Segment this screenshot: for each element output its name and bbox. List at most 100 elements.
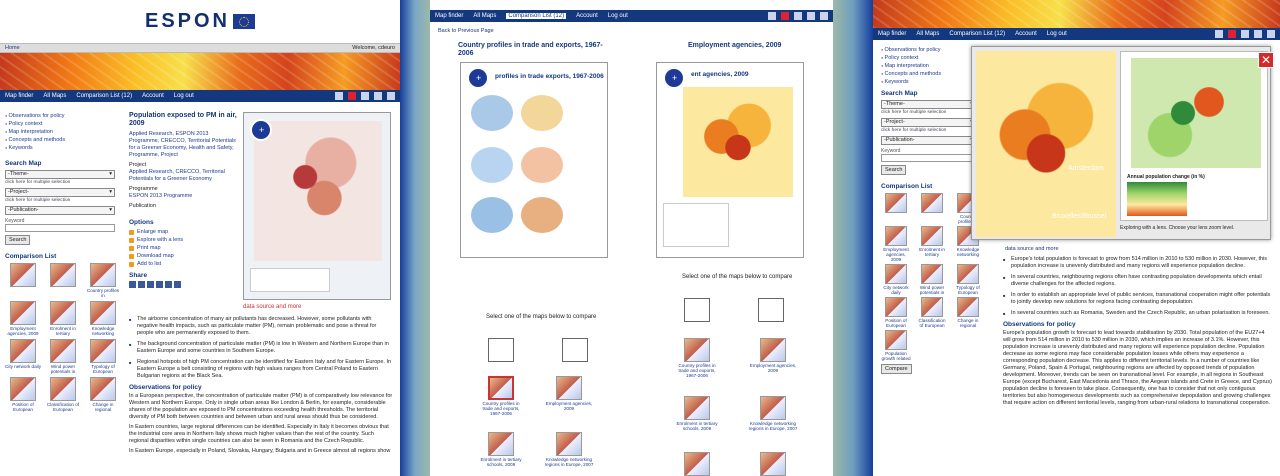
map-thumbnail[interactable]	[885, 193, 907, 213]
compare-button[interactable]: Compare	[881, 364, 912, 374]
map-thumbnail[interactable]	[957, 297, 979, 317]
link-observations[interactable]: Observations for policy	[5, 112, 115, 120]
comparison-thumb[interactable]: Enrolment in tertiary	[45, 301, 81, 336]
nav-all-maps[interactable]: All Maps	[43, 93, 66, 99]
comparison-thumb[interactable]: Wind power potentials in	[917, 264, 947, 295]
comparison-thumb[interactable]: Classification of European	[917, 297, 947, 328]
data-source-link[interactable]: data source and more	[243, 304, 301, 310]
data-source-link[interactable]: data source and more	[1005, 246, 1059, 252]
project-select[interactable]: -Project-	[5, 188, 115, 197]
compare-slot[interactable]	[562, 338, 588, 362]
compare-slot[interactable]	[488, 338, 514, 362]
keyword-input[interactable]	[881, 154, 976, 162]
nav-all-maps[interactable]: All Maps	[473, 13, 496, 19]
map-thumbnail[interactable]	[684, 338, 710, 362]
map-thumbnail[interactable]	[885, 264, 907, 284]
pdf-icon[interactable]	[1228, 30, 1236, 38]
map-thumbnail[interactable]	[921, 193, 943, 213]
nav-map-finder[interactable]: Map finder	[878, 31, 906, 37]
map-thumbnail[interactable]	[10, 339, 36, 363]
comparison-thumb[interactable]: Country profiles in	[85, 263, 121, 298]
font-size-large-icon[interactable]	[820, 12, 828, 20]
search-button[interactable]: Search	[5, 235, 31, 245]
nav-account[interactable]: Account	[576, 13, 598, 19]
theme-hint[interactable]: click here for multiple selection	[5, 180, 115, 185]
comparison-thumb[interactable]	[917, 193, 947, 224]
project-hint[interactable]: click here for multiple selection	[881, 128, 976, 133]
bookmark-icon[interactable]	[794, 12, 802, 20]
pdf-icon[interactable]	[781, 12, 789, 20]
compare-thumb[interactable]	[674, 452, 720, 476]
share-icon[interactable]	[174, 281, 181, 288]
compare-thumb[interactable]: Enrolment in tertiary schools, 2009	[674, 396, 720, 431]
compare-thumb[interactable]: Enrolment in tertiary schools, 2009	[478, 432, 524, 467]
print-icon[interactable]	[335, 92, 343, 100]
comparison-thumb[interactable]: Typology of European	[85, 339, 121, 374]
nav-comparison-list[interactable]: Comparison List (12)	[506, 13, 567, 19]
font-size-icon[interactable]	[374, 92, 382, 100]
publication-select[interactable]: -Publication-	[5, 206, 115, 215]
map-thumbnail[interactable]	[90, 263, 116, 287]
nav-account[interactable]: Account	[1015, 31, 1037, 37]
comparison-thumb[interactable]: Knowledge networking	[85, 301, 121, 336]
comparison-thumb[interactable]: Position of European	[881, 297, 911, 328]
map-navigator-icon[interactable]	[250, 119, 272, 141]
map-thumbnail[interactable]	[50, 377, 76, 401]
comparison-thumb[interactable]: Employment agencies, 2009	[881, 226, 911, 262]
comparison-thumb[interactable]	[5, 263, 41, 298]
comparison-thumb[interactable]: City network daily	[5, 339, 41, 374]
map-thumbnail[interactable]	[885, 330, 907, 350]
theme-hint[interactable]: click here for multiple selection	[881, 110, 976, 115]
font-size-icon[interactable]	[1254, 30, 1262, 38]
map-thumbnail[interactable]	[50, 339, 76, 363]
compare-thumb[interactable]: Employment agencies, 2009	[542, 376, 596, 411]
link-map-interpretation[interactable]: Map interpretation	[5, 128, 115, 136]
share-icon[interactable]	[129, 281, 136, 288]
link-keywords[interactable]: Keywords	[5, 144, 115, 152]
map-thumbnail[interactable]	[885, 297, 907, 317]
nav-log-out[interactable]: Log out	[174, 93, 194, 99]
compare-slot[interactable]	[684, 298, 710, 322]
lens-overlay[interactable]: Amsterdam Bruxelles/Brussel Annual popul…	[971, 46, 1271, 240]
project-select[interactable]: -Project-	[881, 118, 976, 127]
share-icon[interactable]	[147, 281, 154, 288]
comparison-thumb[interactable]	[881, 193, 911, 224]
close-icon[interactable]: ✕	[1258, 52, 1274, 68]
map-thumbnail[interactable]	[921, 264, 943, 284]
comparison-thumb[interactable]: Population growth related	[881, 330, 911, 361]
nav-comparison-list[interactable]: Comparison List (12)	[76, 93, 132, 99]
map-thumbnail[interactable]	[957, 264, 979, 284]
bookmark-icon[interactable]	[1241, 30, 1249, 38]
map-thumbnail[interactable]	[760, 338, 786, 362]
comparison-thumb[interactable]: Typology of European	[953, 264, 983, 295]
map-thumbnail[interactable]	[10, 263, 36, 287]
project-value[interactable]: Applied Research, CRECCO, Territorial Po…	[129, 169, 239, 183]
comparison-thumb[interactable]: Change in regional	[953, 297, 983, 328]
publication-select[interactable]: -Publication-	[881, 136, 976, 145]
link-policy-context[interactable]: Policy context	[5, 120, 115, 128]
map-thumbnail[interactable]	[684, 396, 710, 420]
map-thumbnail[interactable]	[90, 301, 116, 325]
compare-slot[interactable]	[758, 298, 784, 322]
comparison-thumb[interactable]: Classification of European	[45, 377, 81, 412]
comparison-thumb[interactable]	[45, 263, 81, 298]
map-thumbnail[interactable]	[10, 301, 36, 325]
nav-account[interactable]: Account	[142, 93, 164, 99]
right-compare-map[interactable]: ent agencies, 2009	[656, 62, 804, 258]
map-thumbnail[interactable]	[684, 452, 710, 476]
pdf-icon[interactable]	[348, 92, 356, 100]
comparison-thumb[interactable]: Wind power potentials in	[45, 339, 81, 374]
link-concepts[interactable]: Concepts and methods	[5, 136, 115, 144]
map-thumbnail[interactable]	[488, 376, 514, 400]
compare-thumb[interactable]: Knowledge networking regions in Europe, …	[542, 432, 596, 467]
link-map-interpretation[interactable]: Map interpretation	[881, 62, 976, 70]
compare-thumb[interactable]	[746, 452, 800, 476]
comparison-thumb[interactable]: City network daily	[881, 264, 911, 295]
font-size-large-icon[interactable]	[1267, 30, 1275, 38]
print-icon[interactable]	[1215, 30, 1223, 38]
map-thumbnail[interactable]	[50, 301, 76, 325]
map-source[interactable]: Applied Research, ESPON 2013 Programme, …	[129, 131, 239, 159]
link-concepts[interactable]: Concepts and methods	[881, 70, 976, 78]
link-policy-context[interactable]: Policy context	[881, 54, 976, 62]
map-thumbnail[interactable]	[10, 377, 36, 401]
